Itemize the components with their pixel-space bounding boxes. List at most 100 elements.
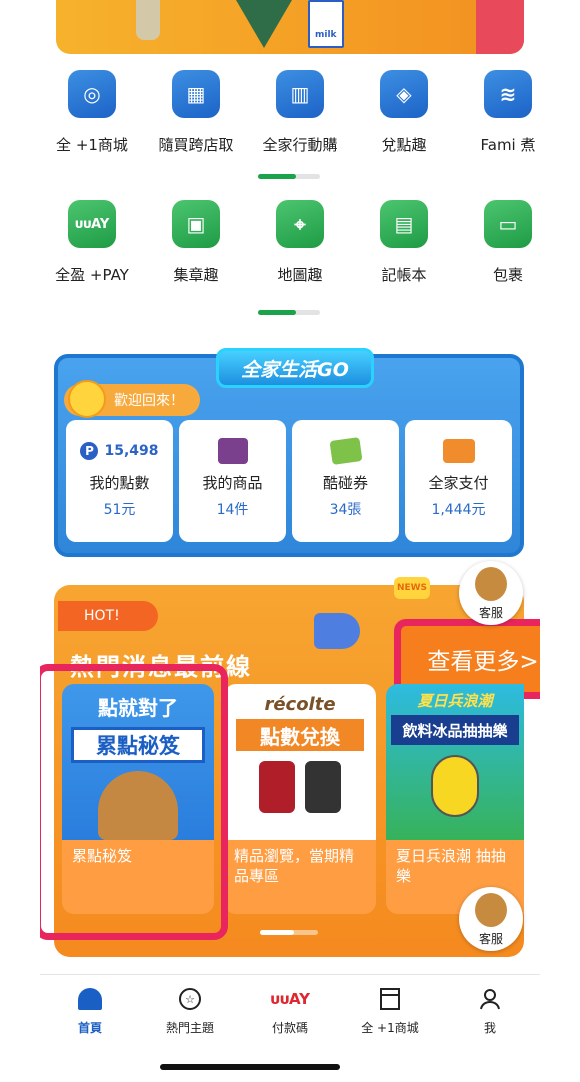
minion-image bbox=[431, 755, 479, 817]
tile-label: 酷碰券 bbox=[322, 474, 368, 492]
quick-menu-pager-2 bbox=[258, 310, 320, 315]
home-indicator bbox=[160, 1064, 340, 1070]
quick-item-redeem[interactable]: ◈ 兌點趣 bbox=[352, 70, 456, 155]
customer-service-button-bottom[interactable]: 客服 bbox=[459, 887, 523, 951]
quick-menu-row-2: ᴜᴜAY 全盈 +PAY ▣ 集章趣 ⌖ 地圖趣 ▤ 記帳本 ▭ 包裹 bbox=[40, 200, 540, 285]
tile-value: 34張 bbox=[329, 502, 362, 518]
news-bubble: NEWS bbox=[394, 577, 430, 599]
tile-coupons[interactable]: 酷碰券 34張 bbox=[292, 420, 399, 542]
go-tiles: P 15,498 我的點數 51元 我的商品 14件 酷碰券 34張 全家支付 1… bbox=[66, 420, 512, 542]
quick-item-label: 隨買跨店取 bbox=[158, 136, 234, 154]
quick-item-stamps[interactable]: ▣ 集章趣 bbox=[144, 200, 248, 285]
nav-label: 付款碼 bbox=[271, 1021, 308, 1035]
milk-label: milk bbox=[315, 30, 337, 40]
tile-label: 我的點數 bbox=[89, 474, 150, 492]
tile-value: 51元 bbox=[103, 502, 136, 518]
points-value: 15,498 bbox=[104, 443, 159, 459]
basket-icon bbox=[217, 436, 248, 466]
app-screen: milk ◎ 全 +1商城 ▦ 隨買跨店取 ▥ 全家行動購 ◈ 兌點趣 ≋ Fa… bbox=[0, 0, 580, 1082]
quick-menu-row-1: ◎ 全 +1商城 ▦ 隨買跨店取 ▥ 全家行動購 ◈ 兌點趣 ≋ Fami 煮 bbox=[40, 70, 540, 155]
shopping-bags-icon: ◎ bbox=[68, 70, 116, 118]
quick-item-cross-store[interactable]: ▦ 隨買跨店取 bbox=[144, 70, 248, 155]
tile-label: 我的商品 bbox=[202, 474, 263, 492]
tile-my-products[interactable]: 我的商品 14件 bbox=[179, 420, 286, 542]
customer-service-button-top[interactable]: 客服 bbox=[459, 561, 523, 625]
wallet-icon bbox=[442, 436, 475, 466]
quick-item-pay[interactable]: ᴜᴜAY 全盈 +PAY bbox=[40, 200, 144, 285]
megaphone-icon bbox=[314, 613, 360, 649]
tile-my-points[interactable]: P 15,498 我的點數 51元 bbox=[66, 420, 173, 542]
map-pin-icon: ⌖ bbox=[276, 200, 324, 248]
quick-item-label: Fami 煮 bbox=[480, 136, 536, 154]
nav-pay-code[interactable]: ᴜᴜAY 付款碼 bbox=[240, 975, 340, 1048]
quick-item-mobile-buy[interactable]: ▥ 全家行動購 bbox=[248, 70, 352, 155]
nav-home[interactable]: 首頁 bbox=[40, 975, 140, 1048]
quick-item-package[interactable]: ▭ 包裹 bbox=[456, 200, 540, 285]
customer-service-label: 客服 bbox=[478, 932, 503, 946]
quick-item-fami-cook[interactable]: ≋ Fami 煮 bbox=[456, 70, 540, 155]
quick-item-label: 地圖趣 bbox=[277, 266, 323, 284]
milk-carton-image: milk bbox=[308, 0, 344, 48]
highlight-frame bbox=[40, 664, 228, 940]
quick-item-label: 記帳本 bbox=[381, 266, 427, 284]
person-icon bbox=[478, 987, 502, 1011]
news-pager bbox=[260, 930, 318, 935]
store-app-icon bbox=[379, 987, 401, 1011]
stamp-grid-icon: ▣ bbox=[172, 200, 220, 248]
quick-item-label: 包裹 bbox=[492, 266, 523, 284]
welcome-text: 歡迎回來！ bbox=[114, 393, 184, 409]
nav-hot-topics[interactable]: ☆ 熱門主題 bbox=[140, 975, 240, 1048]
points-icon: P bbox=[80, 442, 99, 460]
tile-value: 1,444元 bbox=[431, 502, 486, 518]
quick-menu-pager-1 bbox=[258, 174, 320, 179]
quick-item-ledger[interactable]: ▤ 記帳本 bbox=[352, 200, 456, 285]
tile-family-pay[interactable]: 全家支付 1,444元 bbox=[405, 420, 512, 542]
card-caption: 精品瀏覽，當期精品專區 bbox=[234, 847, 355, 885]
welcome-badge: 歡迎回來！ bbox=[64, 380, 200, 418]
pay-logo-icon: ᴜᴜAY bbox=[68, 200, 116, 248]
hot-tag: HOT! bbox=[58, 601, 158, 631]
pay-logo-icon: ᴜᴜAY bbox=[269, 990, 311, 1008]
news-card-recolte[interactable]: récolte 點數兌換 精品瀏覽，當期精品專區 bbox=[224, 684, 376, 914]
smiley-face-icon bbox=[68, 380, 106, 418]
coupon-icon bbox=[328, 436, 363, 466]
card-headline: 夏日兵浪潮 bbox=[417, 692, 493, 710]
promo-banner[interactable]: milk bbox=[56, 0, 524, 54]
nav-label: 全 +1商城 bbox=[361, 1021, 419, 1035]
go-card-title: 全家生活GO bbox=[216, 348, 374, 388]
store-barcode-icon: ▥ bbox=[276, 70, 324, 118]
onigiri-image bbox=[236, 0, 292, 48]
tile-value: 14件 bbox=[216, 502, 249, 518]
hot-news-section: HOT! 熱門消息最前線 NEWS 查看更多> 客服 點就對了 累點秘笈 累點秘… bbox=[40, 561, 540, 957]
card-image: récolte 點數兌換 bbox=[224, 684, 376, 840]
steam-icon: ≋ bbox=[484, 70, 532, 118]
quick-item-label: 全盈 +PAY bbox=[55, 266, 129, 284]
news-card-summer-draw[interactable]: 夏日兵浪潮 飲料冰品抽抽樂 夏日兵浪潮 抽抽樂 bbox=[386, 684, 524, 914]
agent-avatar-icon bbox=[475, 893, 507, 927]
nav-label: 首頁 bbox=[77, 1021, 102, 1035]
card-subheadline: 飲料冰品抽抽樂 bbox=[391, 715, 519, 745]
svg-text:☆: ☆ bbox=[185, 993, 195, 1006]
tile-label: 全家支付 bbox=[428, 474, 489, 492]
notebook-icon: ▤ bbox=[380, 200, 428, 248]
phone-frame: milk ◎ 全 +1商城 ▦ 隨買跨店取 ▥ 全家行動購 ◈ 兌點趣 ≋ Fa… bbox=[40, 0, 540, 1082]
bottom-nav: 首頁 ☆ 熱門主題 ᴜᴜAY 付款碼 全 +1商城 我 bbox=[40, 974, 540, 1048]
kettle-image bbox=[259, 761, 341, 813]
quick-item-label: 兌點趣 bbox=[381, 136, 427, 154]
card-brand: récolte bbox=[264, 694, 336, 715]
gift-box-image bbox=[476, 0, 524, 54]
card-image: 夏日兵浪潮 飲料冰品抽抽樂 bbox=[386, 684, 524, 840]
mascot-figure bbox=[136, 0, 160, 40]
quick-item-map[interactable]: ⌖ 地圖趣 bbox=[248, 200, 352, 285]
quick-item-mall[interactable]: ◎ 全 +1商城 bbox=[40, 70, 144, 155]
family-life-go-card: 全家生活GO 歡迎回來！ P 15,498 我的點數 51元 我的商品 14件 酷… bbox=[54, 348, 524, 557]
agent-avatar-icon bbox=[475, 567, 507, 601]
nav-label: 我 bbox=[483, 1021, 496, 1035]
quick-item-label: 全 +1商城 bbox=[56, 136, 128, 154]
nav-me[interactable]: 我 bbox=[440, 975, 540, 1048]
points-balance: P 15,498 bbox=[80, 436, 159, 466]
star-bubble-icon: ☆ bbox=[178, 987, 202, 1011]
quick-item-label: 集章趣 bbox=[173, 266, 219, 284]
nav-mall[interactable]: 全 +1商城 bbox=[340, 975, 440, 1048]
cart-store-icon: ▦ bbox=[172, 70, 220, 118]
